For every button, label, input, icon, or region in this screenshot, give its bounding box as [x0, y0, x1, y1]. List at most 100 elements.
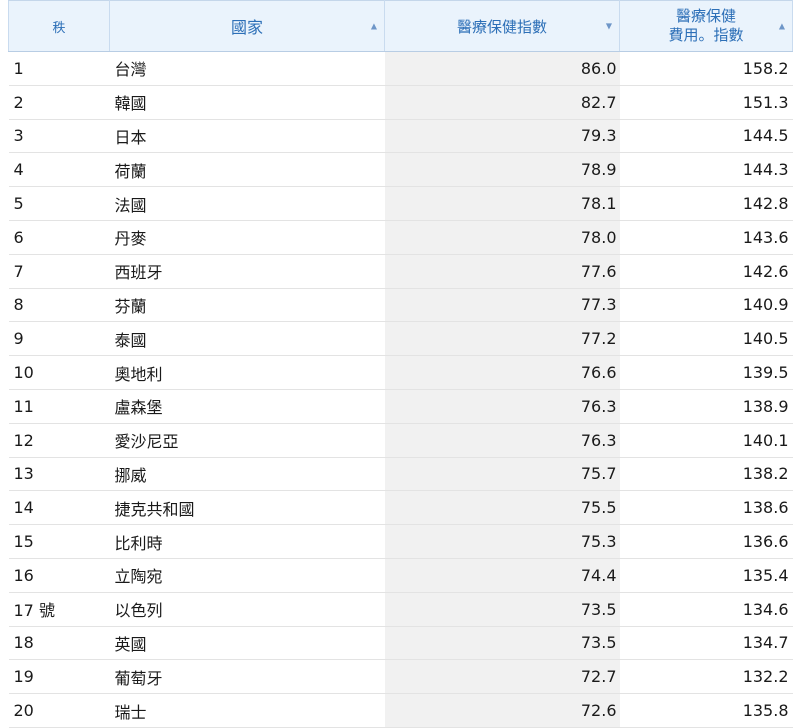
table-row: 4 荷蘭 78.9 144.3 — [8, 152, 793, 188]
cell-rank: 9 — [8, 321, 110, 357]
cell-country: 法國 — [109, 186, 385, 221]
cell-healthcare-index: 78.1 — [384, 186, 620, 221]
table-row: 7 西班牙 77.6 142.6 — [8, 254, 793, 289]
table-row: 19 葡萄牙 72.7 132.2 — [8, 659, 793, 695]
cell-rank: 1 — [8, 51, 110, 86]
cell-rank: 5 — [8, 186, 110, 221]
cell-healthcare-index: 76.6 — [384, 355, 620, 390]
cell-country: 奧地利 — [109, 355, 385, 390]
cell-healthcare-index: 78.0 — [384, 220, 620, 255]
cell-healthcare-index: 76.3 — [384, 423, 620, 458]
cell-healthcare-index: 79.3 — [384, 119, 620, 154]
cell-country: 韓國 — [109, 85, 385, 120]
cell-country: 丹麥 — [109, 220, 385, 255]
cell-healthcare-cost-index: 142.8 — [619, 186, 793, 221]
sort-ascending-icon[interactable]: ▲ — [779, 17, 785, 36]
cell-country: 立陶宛 — [109, 558, 385, 593]
cell-country: 盧森堡 — [109, 389, 385, 424]
healthcare-index-table: 秩 國家 ▲ 醫療保健指數 ▼ 醫療保健 費用。指數 ▲ 1 台灣 86.0 158.… — [8, 0, 793, 728]
cell-rank: 15 — [8, 524, 110, 559]
cell-country: 愛沙尼亞 — [109, 423, 385, 458]
cell-rank: 6 — [8, 220, 110, 255]
cell-rank: 7 — [8, 254, 110, 289]
cell-healthcare-cost-index: 158.2 — [619, 51, 793, 86]
table-row: 17 號以色列 73.5 134.6 — [8, 592, 793, 627]
cell-healthcare-index: 78.9 — [384, 152, 620, 188]
cell-country: 捷克共和國 — [109, 490, 385, 526]
column-header-healthcare-index[interactable]: 醫療保健指數 ▼ — [384, 0, 620, 52]
table-row: 8 芬蘭 77.3 140.9 — [8, 288, 793, 323]
table-row: 12 愛沙尼亞 76.3 140.1 — [8, 423, 793, 458]
cell-healthcare-cost-index: 140.5 — [619, 321, 793, 357]
cell-rank: 17 號 — [8, 592, 110, 627]
cell-healthcare-cost-index: 138.2 — [619, 457, 793, 492]
column-header-country[interactable]: 國家 ▲ — [109, 0, 385, 52]
table-row: 14 捷克共和國 75.5 138.6 — [8, 490, 793, 526]
cell-rank: 2 — [8, 85, 110, 120]
cell-country: 比利時 — [109, 524, 385, 559]
cell-rank: 3 — [8, 119, 110, 154]
cell-country: 以色列 — [109, 592, 385, 627]
header-row: 秩 國家 ▲ 醫療保健指數 ▼ 醫療保健 費用。指數 ▲ — [8, 0, 793, 52]
cell-healthcare-cost-index: 144.3 — [619, 152, 793, 188]
table-row: 6 丹麥 78.0 143.6 — [8, 220, 793, 255]
cell-healthcare-cost-index: 140.9 — [619, 288, 793, 323]
column-header-rank-label: 秩 — [52, 20, 66, 36]
cell-healthcare-cost-index: 143.6 — [619, 220, 793, 255]
table-row: 15 比利時 75.3 136.6 — [8, 524, 793, 559]
column-header-cost-line1: 醫療保健 — [675, 7, 736, 25]
table-row: 1 台灣 86.0 158.2 — [8, 51, 793, 86]
cell-healthcare-index: 72.6 — [384, 693, 620, 728]
cell-healthcare-cost-index: 144.5 — [619, 119, 793, 154]
table-body: 1 台灣 86.0 158.2 2 韓國 82.7 151.3 3 日本 79.3 144.5 4 荷蘭 7… — [8, 51, 793, 728]
cell-healthcare-cost-index: 151.3 — [619, 85, 793, 120]
cell-healthcare-index: 75.3 — [384, 524, 620, 559]
cell-country: 台灣 — [109, 51, 385, 86]
cell-country: 西班牙 — [109, 254, 385, 289]
cell-rank: 4 — [8, 152, 110, 188]
cell-country: 瑞士 — [109, 693, 385, 728]
cell-rank: 20 — [8, 693, 110, 728]
cell-healthcare-index: 75.7 — [384, 457, 620, 492]
cell-healthcare-index: 76.3 — [384, 389, 620, 424]
cell-country: 芬蘭 — [109, 288, 385, 323]
cell-healthcare-cost-index: 140.1 — [619, 423, 793, 458]
cell-rank: 12 — [8, 423, 110, 458]
cell-rank: 8 — [8, 288, 110, 323]
cell-healthcare-index: 77.3 — [384, 288, 620, 323]
sort-descending-icon[interactable]: ▼ — [606, 22, 612, 31]
cell-healthcare-index: 82.7 — [384, 85, 620, 120]
cell-healthcare-index: 72.7 — [384, 659, 620, 695]
cell-healthcare-cost-index: 132.2 — [619, 659, 793, 695]
cell-healthcare-index: 73.5 — [384, 592, 620, 627]
cell-healthcare-index: 86.0 — [384, 51, 620, 86]
cell-healthcare-index: 77.2 — [384, 321, 620, 357]
cell-healthcare-cost-index: 138.6 — [619, 490, 793, 526]
table-row: 18 英國 73.5 134.7 — [8, 626, 793, 661]
cell-country: 英國 — [109, 626, 385, 661]
table-row: 10 奧地利 76.6 139.5 — [8, 355, 793, 390]
cell-rank: 10 — [8, 355, 110, 390]
column-header-healthcare-cost-index[interactable]: 醫療保健 費用。指數 ▲ — [619, 0, 793, 52]
cell-healthcare-cost-index: 138.9 — [619, 389, 793, 424]
cell-rank: 11 — [8, 389, 110, 424]
cell-healthcare-index: 74.4 — [384, 558, 620, 593]
cell-healthcare-cost-index: 134.6 — [619, 592, 793, 627]
table-header: 秩 國家 ▲ 醫療保健指數 ▼ 醫療保健 費用。指數 ▲ — [8, 0, 793, 52]
cell-healthcare-cost-index: 135.4 — [619, 558, 793, 593]
cell-country: 日本 — [109, 119, 385, 154]
column-header-rank[interactable]: 秩 — [8, 0, 110, 52]
cell-healthcare-cost-index: 142.6 — [619, 254, 793, 289]
cell-healthcare-index: 77.6 — [384, 254, 620, 289]
cell-country: 泰國 — [109, 321, 385, 357]
cell-country: 葡萄牙 — [109, 659, 385, 695]
table-row: 2 韓國 82.7 151.3 — [8, 85, 793, 120]
sort-ascending-icon[interactable]: ▲ — [371, 22, 377, 31]
cell-healthcare-index: 75.5 — [384, 490, 620, 526]
table-row: 3 日本 79.3 144.5 — [8, 119, 793, 154]
cell-healthcare-cost-index: 139.5 — [619, 355, 793, 390]
table-row: 16 立陶宛 74.4 135.4 — [8, 558, 793, 593]
table-row: 5 法國 78.1 142.8 — [8, 186, 793, 221]
cell-rank: 16 — [8, 558, 110, 593]
cell-rank: 19 — [8, 659, 110, 695]
